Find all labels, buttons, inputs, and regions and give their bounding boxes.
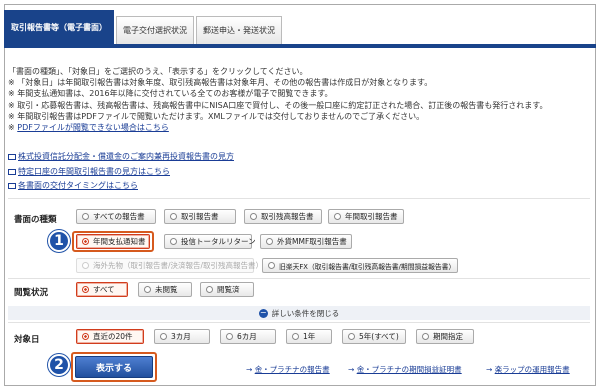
help-link[interactable]: 特定口座の年間取引報告書の見方はこちら xyxy=(8,165,234,180)
radio-icon xyxy=(82,213,89,220)
status-option[interactable]: 未閲覧 xyxy=(138,282,192,297)
help-links: 株式投資信託分配金・償還金のご案内兼再投資報告書の見方 特定口座の年間取引報告書… xyxy=(8,150,234,194)
instruction-line: 「書面の種類」、「対象日」をご選択のうえ、「表示する」をクリックしてください。 xyxy=(8,67,308,76)
tab-underline xyxy=(4,44,596,48)
window-icon xyxy=(8,168,16,175)
doc-type-option[interactable]: 旧楽天FX（取引報告書/取引残高報告書/期間損益報告書） xyxy=(262,258,458,273)
radio-icon xyxy=(82,262,89,269)
doc-type-label: 書面の種類 xyxy=(14,215,57,225)
detail-toggle[interactable]: − 詳しい条件を閉じる xyxy=(8,306,590,320)
radio-icon xyxy=(170,238,177,245)
date-option[interactable]: 6カ月 xyxy=(220,329,276,344)
date-option[interactable]: 3カ月 xyxy=(154,329,210,344)
radio-icon xyxy=(206,286,213,293)
note-line: ※ 「対象日」は年間取引報告書は対象年度、取引残高報告書は対象年月、その他の報告… xyxy=(8,78,433,88)
step-badge-2: 2 xyxy=(48,354,70,376)
help-link[interactable]: 株式投資信託分配金・償還金のご案内兼再投資報告書の見方 xyxy=(8,150,234,165)
date-option[interactable]: 1年 xyxy=(286,329,332,344)
doc-type-option[interactable]: 外貨MMF取引報告書 xyxy=(260,234,352,249)
divider xyxy=(8,198,590,199)
note-line: ※ PDFファイルが閲覧できない場合はこちら xyxy=(8,123,169,133)
date-option-selected[interactable]: 直近の20件 xyxy=(76,329,144,344)
doc-type-option[interactable]: 取引残高報告書 xyxy=(244,209,322,224)
status-option-selected[interactable]: すべて xyxy=(76,282,128,297)
tab-trade-reports[interactable]: 取引報告書等（電子書面） xyxy=(4,10,114,44)
radio-icon xyxy=(250,213,257,220)
arrow-icon: → xyxy=(246,365,253,374)
note-line: ※ 年間取引報告書はPDFファイルで閲覧いただけます。XMLファイルでは交付して… xyxy=(8,111,425,121)
date-option[interactable]: 5年(すべて) xyxy=(342,329,406,344)
radio-icon xyxy=(268,262,275,269)
help-link[interactable]: 各書面の交付タイミングはこちら xyxy=(8,179,234,194)
radio-icon xyxy=(266,238,273,245)
tab-mail-order-status[interactable]: 郵送申込・発送状況 xyxy=(196,16,282,44)
radio-icon xyxy=(348,333,355,340)
footer-link-gold-report[interactable]: → 金・プラチナの報告書 xyxy=(246,364,330,375)
doc-type-option[interactable]: すべての報告書 xyxy=(76,209,156,224)
radio-selected-icon xyxy=(82,238,89,245)
radio-selected-icon xyxy=(82,286,89,293)
instructions: 「書面の種類」、「対象日」をご選択のうえ、「表示する」をクリックしてください。 … xyxy=(8,66,588,133)
footer-link-rakuwrap-report[interactable]: → 楽ラップの運用報告書 xyxy=(486,364,570,375)
step-badge-1: 1 xyxy=(48,230,70,252)
radio-icon xyxy=(292,333,299,340)
radio-icon xyxy=(334,213,341,220)
radio-icon xyxy=(422,333,429,340)
radio-icon xyxy=(226,333,233,340)
divider xyxy=(8,322,590,323)
submit-button[interactable]: 表示する xyxy=(75,356,153,378)
doc-type-option[interactable]: 取引報告書 xyxy=(164,209,236,224)
tab-bar: 取引報告書等（電子書面） 電子交付選択状況 郵送申込・発送状況 xyxy=(4,8,284,44)
doc-type-option[interactable]: 投信トータルリターン xyxy=(164,234,256,249)
minus-circle-icon: − xyxy=(258,308,268,318)
doc-type-option-selected[interactable]: 年間支払通知書 xyxy=(76,234,150,249)
doc-type-option[interactable]: 年間取引報告書 xyxy=(328,209,404,224)
date-option[interactable]: 期間指定 xyxy=(416,329,474,344)
tab-electronic-delivery-status[interactable]: 電子交付選択状況 xyxy=(116,16,194,44)
note-line: ※ 取引・応募報告書は、残高報告書は、残高報告書中にNISA口座で買付し、その後… xyxy=(8,100,548,110)
doc-type-option-disabled: 海外先物（取引報告書/決済報告/取引残高報告書） xyxy=(76,258,263,273)
radio-icon xyxy=(144,286,151,293)
radio-icon xyxy=(160,333,167,340)
footer-link-gold-certificate[interactable]: → 金・プラチナの期間損益証明書 xyxy=(348,364,462,375)
note-line: ※ 年間支払通知書は、2016年以降に交付されている全てのお客様が電子で閲覧でき… xyxy=(8,89,333,99)
radio-selected-icon xyxy=(82,333,89,340)
radio-icon xyxy=(170,213,177,220)
window-icon xyxy=(8,183,16,190)
divider xyxy=(8,278,590,279)
pdf-help-link[interactable]: PDFファイルが閲覧できない場合はこちら xyxy=(17,123,169,132)
window-icon xyxy=(8,154,16,161)
status-label: 閲覧状況 xyxy=(14,288,49,298)
arrow-icon: → xyxy=(348,365,355,374)
target-date-label: 対象日 xyxy=(14,335,40,345)
arrow-icon: → xyxy=(486,365,493,374)
status-option[interactable]: 閲覧済 xyxy=(200,282,254,297)
